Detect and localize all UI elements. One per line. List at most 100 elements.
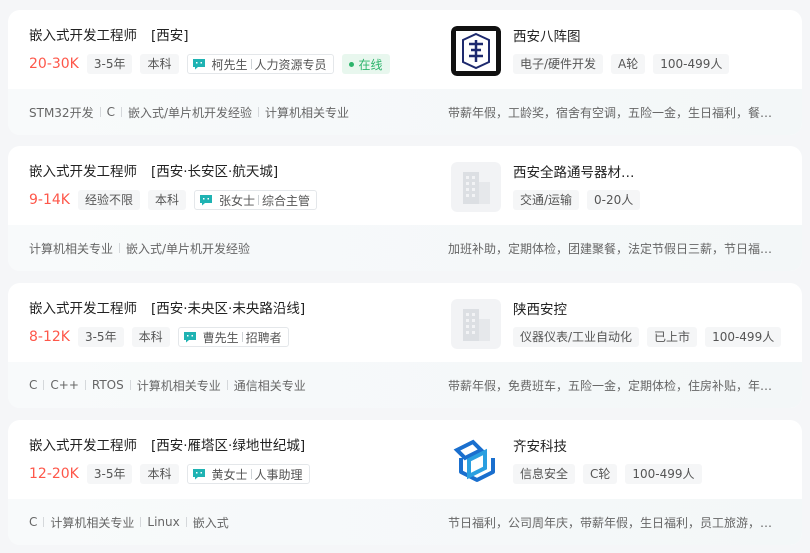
skill-tag: C xyxy=(29,378,38,392)
salary: 12-20K xyxy=(29,466,79,482)
company-tags: 交通/运输 0-20人 xyxy=(513,190,648,210)
welfare-text: 加班补助，定期体检，团建聚餐，法定节假日三薪，节日福… xyxy=(448,241,773,256)
job-title[interactable]: 嵌入式开发工程师 xyxy=(29,438,137,454)
company-name[interactable]: 陕西安控 xyxy=(513,298,567,318)
job-card-main[interactable]: 嵌入式开发工程师 [西安·雁塔区·绿地世纪城] 12-20K 3-5年 本科 黄女… xyxy=(8,420,802,499)
company-name[interactable]: 齐安科技 xyxy=(513,435,567,455)
job-title-row[interactable]: 嵌入式开发工程师 [西安·长安区·航天城] xyxy=(29,160,278,180)
company-logo[interactable] xyxy=(451,299,501,349)
job-meta: 12-20K 3-5年 本科 黄女士 人事助理 xyxy=(29,464,318,484)
job-card-footer: 计算机相关专业 嵌入式/单片机开发经验 加班补助，定期体检，团建聚餐，法定节假日… xyxy=(8,225,802,271)
skill-tag: C xyxy=(106,105,115,119)
building-placeholder-icon xyxy=(451,299,501,349)
job-card[interactable]: 嵌入式开发工程师 [西安·雁塔区·绿地世纪城] 12-20K 3-5年 本科 黄女… xyxy=(8,420,802,545)
job-title[interactable]: 嵌入式开发工程师 xyxy=(29,164,137,180)
degree-tag: 本科 xyxy=(140,54,179,74)
boss-info[interactable]: 黄女士 人事助理 xyxy=(186,464,310,484)
chat-icon xyxy=(183,332,196,343)
boss-info[interactable]: 曹先生 招聘者 xyxy=(177,327,289,347)
skill-tags: C 计算机相关专业 Linux 嵌入式 xyxy=(29,499,229,545)
job-card[interactable]: 嵌入式开发工程师 [西安] 20-30K 3-5年 本科 柯先生 人力资源专员 在线 xyxy=(8,10,802,135)
baziantu-logo-icon xyxy=(451,26,501,76)
job-card-main[interactable]: 嵌入式开发工程师 [西安] 20-30K 3-5年 本科 柯先生 人力资源专员 在线 xyxy=(8,10,802,89)
company-name[interactable]: 西安八阵图 xyxy=(513,25,581,45)
divider xyxy=(140,517,142,527)
job-card[interactable]: 嵌入式开发工程师 [西安·长安区·航天城] 9-14K 经验不限 本科 张女士 综合… xyxy=(8,146,802,271)
job-card-main[interactable]: 嵌入式开发工程师 [西安·未央区·未央路沿线] 8-12K 3-5年 本科 曹先生… xyxy=(8,283,802,362)
boss-name: 张女士 xyxy=(219,193,256,208)
degree-tag: 本科 xyxy=(147,190,186,210)
boss-name: 黄女士 xyxy=(211,467,248,482)
building-placeholder-icon xyxy=(451,162,501,212)
divider xyxy=(43,380,45,390)
boss-info[interactable]: 张女士 综合主管 xyxy=(194,190,318,210)
skill-tag: 嵌入式 xyxy=(192,515,229,530)
skill-tag: 计算机相关专业 xyxy=(50,515,135,530)
divider xyxy=(119,243,121,253)
online-label: 在线 xyxy=(358,57,383,72)
funding-tag: C轮 xyxy=(583,464,618,484)
boss-role: 招聘者 xyxy=(245,330,282,345)
job-area: [西安·长安区·航天城] xyxy=(151,164,279,180)
company-logo[interactable] xyxy=(451,436,501,486)
skill-tag: RTOS xyxy=(91,378,124,392)
degree-tag: 本科 xyxy=(140,464,179,484)
skill-tag: C++ xyxy=(50,378,79,392)
industry-tag: 信息安全 xyxy=(513,464,576,484)
boss-name: 曹先生 xyxy=(202,330,239,345)
divider xyxy=(84,380,86,390)
chat-icon xyxy=(192,59,205,70)
skill-tag: 计算机相关专业 xyxy=(136,378,221,393)
job-list: 嵌入式开发工程师 [西安] 20-30K 3-5年 本科 柯先生 人力资源专员 在线 xyxy=(0,0,810,553)
job-meta: 20-30K 3-5年 本科 柯先生 人力资源专员 在线 xyxy=(29,54,390,74)
divider xyxy=(250,469,252,479)
company-name[interactable]: 西安全路通号器材… xyxy=(513,161,635,181)
industry-tag: 仪器仪表/工业自动化 xyxy=(513,327,640,347)
welfare-text: 节日福利，公司周年庆，带薪年假，生日福利，员工旅游，… xyxy=(448,515,773,530)
divider xyxy=(258,195,260,205)
job-title[interactable]: 嵌入式开发工程师 xyxy=(29,28,137,44)
divider xyxy=(99,107,101,117)
experience-tag: 3-5年 xyxy=(86,54,133,74)
job-title-row[interactable]: 嵌入式开发工程师 [西安·雁塔区·绿地世纪城] xyxy=(29,434,305,454)
company-tags: 仪器仪表/工业自动化 已上市 100-499人 xyxy=(513,327,789,347)
job-area: [西安·雁塔区·绿地世纪城] xyxy=(151,438,306,454)
divider xyxy=(241,332,243,342)
skill-tag: 计算机相关专业 xyxy=(29,241,114,256)
divider xyxy=(250,59,252,69)
online-badge: 在线 xyxy=(341,54,390,74)
funding-tag: A轮 xyxy=(611,54,646,74)
company-logo[interactable] xyxy=(451,26,501,76)
job-title-row[interactable]: 嵌入式开发工程师 [西安] xyxy=(29,24,189,44)
industry-tag: 交通/运输 xyxy=(513,190,580,210)
boss-name: 柯先生 xyxy=(211,57,248,72)
company-logo[interactable] xyxy=(451,162,501,212)
skill-tag: 嵌入式/单片机开发经验 xyxy=(126,241,251,256)
skill-tags: C C++ RTOS 计算机相关专业 通信相关专业 xyxy=(29,362,306,408)
divider xyxy=(43,517,45,527)
job-area: [西安] xyxy=(151,28,189,44)
skill-tag: 通信相关专业 xyxy=(233,378,306,393)
skill-tag: C xyxy=(29,515,38,529)
skill-tag: Linux xyxy=(147,515,180,529)
skill-tag: 计算机相关专业 xyxy=(265,105,350,120)
skill-tags: 计算机相关专业 嵌入式/单片机开发经验 xyxy=(29,225,250,271)
job-title-row[interactable]: 嵌入式开发工程师 [西安·未央区·未央路沿线] xyxy=(29,297,305,317)
salary: 20-30K xyxy=(29,56,79,72)
welfare-text: 带薪年假，工龄奖，宿舍有空调，五险一金，生日福利，餐… xyxy=(448,105,773,120)
welfare-text: 带薪年假，免费班车，五险一金，定期体检，住房补贴，年… xyxy=(448,378,773,393)
chat-icon xyxy=(192,469,205,480)
job-card-footer: C C++ RTOS 计算机相关专业 通信相关专业 带薪年假，免费班车，五险一金… xyxy=(8,362,802,408)
divider xyxy=(226,380,228,390)
boss-role: 人力资源专员 xyxy=(254,57,327,72)
salary: 9-14K xyxy=(29,192,70,208)
experience-tag: 经验不限 xyxy=(77,190,140,210)
divider xyxy=(120,107,122,117)
boss-info[interactable]: 柯先生 人力资源专员 xyxy=(186,54,334,74)
job-card-main[interactable]: 嵌入式开发工程师 [西安·长安区·航天城] 9-14K 经验不限 本科 张女士 综合… xyxy=(8,146,802,225)
divider xyxy=(129,380,131,390)
skill-tags: STM32开发 C 嵌入式/单片机开发经验 计算机相关专业 xyxy=(29,89,349,135)
company-tags: 信息安全 C轮 100-499人 xyxy=(513,464,710,484)
job-card[interactable]: 嵌入式开发工程师 [西安·未央区·未央路沿线] 8-12K 3-5年 本科 曹先生… xyxy=(8,283,802,408)
job-title[interactable]: 嵌入式开发工程师 xyxy=(29,301,137,317)
